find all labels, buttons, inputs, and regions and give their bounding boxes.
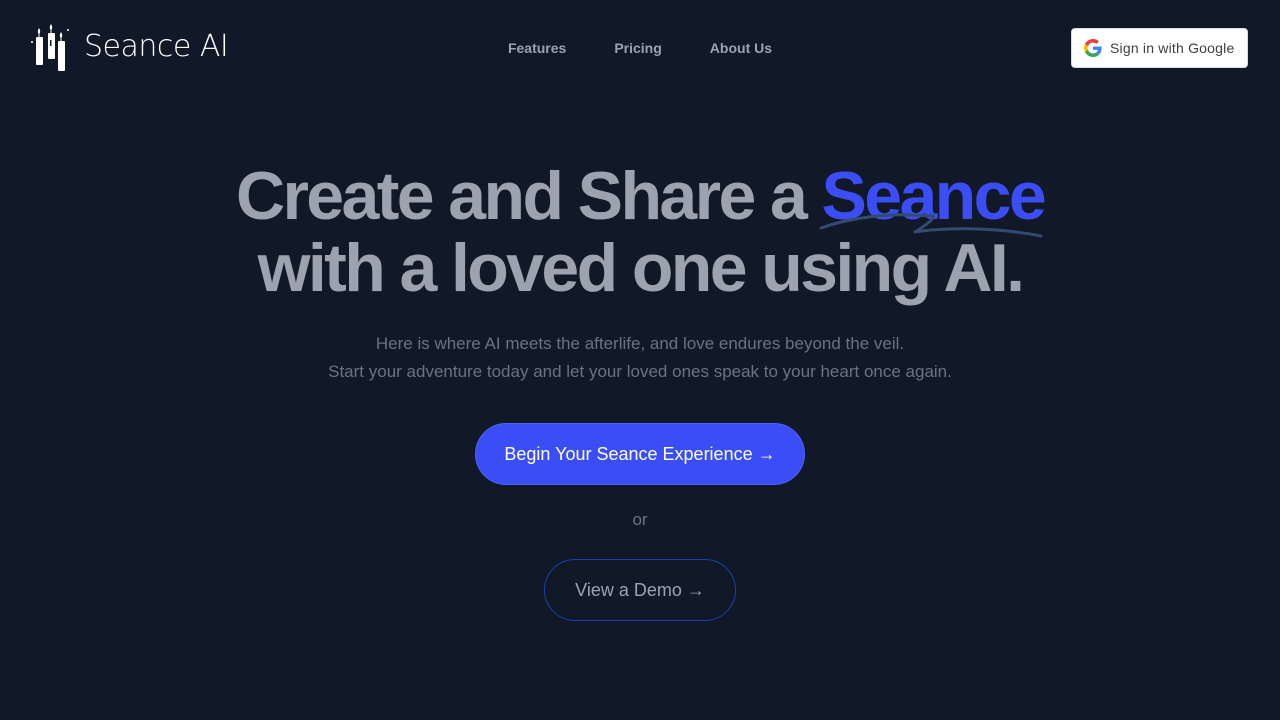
hero-title-line-2: with a loved one using AI. (257, 230, 1025, 306)
or-separator: or (632, 510, 648, 529)
hero-title-accent-wrap: Seance (819, 160, 1047, 238)
hero-subtitle-line-1: Here is where AI meets the afterlife, an… (375, 334, 905, 353)
hero-title-prefix: Create and Share a (235, 158, 822, 234)
brand-logo-link[interactable]: Seance AI (30, 22, 229, 74)
nav-link-pricing[interactable]: Pricing (614, 40, 661, 56)
hero-subtitle: Here is where AI meets the afterlife, an… (0, 330, 1280, 386)
hero-subtitle-line-2: Start your adventure today and let your … (328, 362, 952, 381)
squiggle-underline-icon (819, 213, 1043, 238)
brand-name: Seance AI (84, 29, 229, 64)
view-demo-button[interactable]: View a Demo → (544, 559, 736, 621)
hero-title: Create and Share a Seance with a loved o… (0, 160, 1280, 304)
begin-seance-button[interactable]: Begin Your Seance Experience → (475, 423, 805, 485)
hero-title-line-1: Create and Share a Seance (0, 158, 1280, 238)
nav-link-about-us[interactable]: About Us (710, 40, 772, 56)
site-header: Seance AI Features Pricing About Us Sign… (0, 0, 1280, 96)
google-signin-button[interactable]: Sign in with Google (1071, 28, 1248, 68)
google-signin-label: Sign in with Google (1110, 40, 1235, 56)
google-icon (1084, 39, 1102, 57)
candles-icon (31, 24, 69, 71)
nav-link-features[interactable]: Features (508, 40, 566, 56)
